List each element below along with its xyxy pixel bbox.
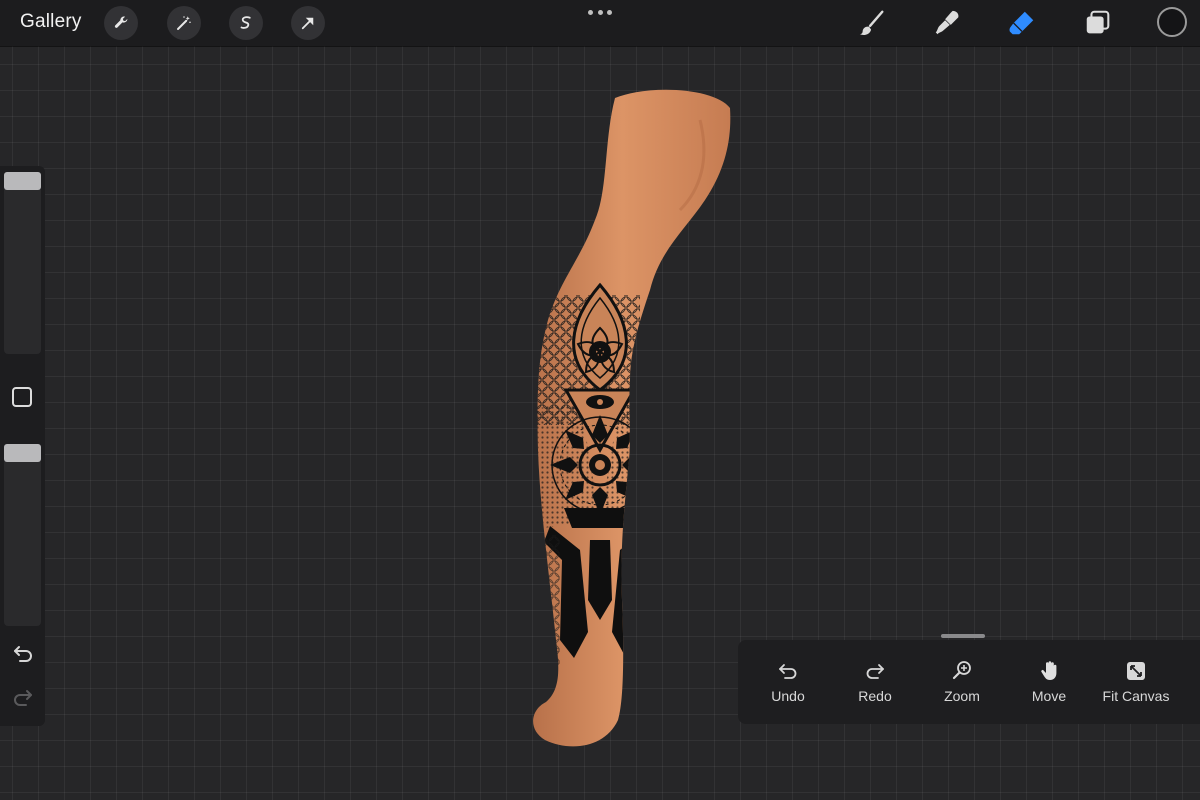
gesture-label: Move bbox=[1031, 688, 1067, 704]
gesture-label: Redo bbox=[858, 688, 892, 704]
transform-arrow-icon bbox=[301, 17, 314, 30]
eraser-icon bbox=[1009, 11, 1034, 35]
undo-icon bbox=[779, 664, 797, 679]
magic-wand-icon bbox=[177, 16, 191, 30]
left-sidebar bbox=[0, 166, 45, 726]
tattoo bbox=[533, 282, 670, 665]
smudge-tool-button[interactable] bbox=[931, 7, 963, 39]
top-toolbar: Gallery bbox=[0, 0, 1200, 46]
gesture-label: Zoom bbox=[944, 688, 980, 704]
gallery-button[interactable]: Gallery bbox=[20, 11, 82, 33]
color-picker-button[interactable] bbox=[1157, 7, 1187, 37]
opacity-slider[interactable] bbox=[4, 444, 41, 626]
actions-button[interactable] bbox=[104, 6, 138, 40]
opacity-thumb[interactable] bbox=[4, 444, 41, 462]
smudge-icon bbox=[935, 10, 959, 35]
gesture-undo-button[interactable]: Undo bbox=[745, 660, 831, 716]
paint-tool-button[interactable] bbox=[856, 7, 888, 39]
selection-s-icon bbox=[240, 16, 251, 29]
gesture-panel: Undo Redo Zoom Move Fit Canvas bbox=[738, 640, 1200, 724]
procreate-app: Gallery Undo Redo Zoom Move Fit Canvas bbox=[0, 0, 1200, 800]
hand-icon bbox=[1041, 661, 1057, 680]
canvas-artwork[interactable] bbox=[500, 80, 760, 760]
brush-size-thumb[interactable] bbox=[4, 172, 41, 190]
redo-arrow-icon bbox=[14, 690, 32, 706]
redo-icon bbox=[866, 664, 884, 679]
brush-icon bbox=[859, 10, 884, 35]
gesture-label: Undo bbox=[771, 688, 805, 704]
dot-icon bbox=[588, 9, 593, 15]
transform-button[interactable] bbox=[291, 6, 325, 40]
gesture-redo-button[interactable]: Redo bbox=[832, 660, 918, 716]
fit-canvas-icon bbox=[1127, 662, 1145, 680]
dot-icon bbox=[607, 9, 612, 15]
adjustments-button[interactable] bbox=[167, 6, 201, 40]
sidebar-redo-button[interactable] bbox=[10, 686, 36, 708]
wrench-icon bbox=[114, 16, 128, 28]
layers-icon bbox=[1086, 10, 1110, 34]
mandala bbox=[550, 415, 650, 515]
zoom-icon bbox=[952, 661, 971, 680]
gesture-fit-canvas-button[interactable]: Fit Canvas bbox=[1093, 660, 1179, 716]
gesture-label: Fit Canvas bbox=[1102, 688, 1170, 704]
selection-button[interactable] bbox=[229, 6, 263, 40]
undo-arrow-icon bbox=[14, 646, 32, 662]
modify-button[interactable] bbox=[12, 387, 32, 407]
more-options-button[interactable] bbox=[588, 6, 612, 18]
gesture-zoom-button[interactable]: Zoom bbox=[919, 660, 1005, 716]
brush-size-slider[interactable] bbox=[4, 172, 41, 354]
layers-button[interactable] bbox=[1082, 7, 1114, 39]
gesture-move-button[interactable]: Move bbox=[1006, 660, 1092, 716]
eraser-tool-button[interactable] bbox=[1006, 7, 1038, 39]
dot-icon bbox=[597, 9, 603, 15]
panel-grab-handle[interactable] bbox=[941, 634, 985, 638]
sidebar-undo-button[interactable] bbox=[10, 642, 36, 664]
